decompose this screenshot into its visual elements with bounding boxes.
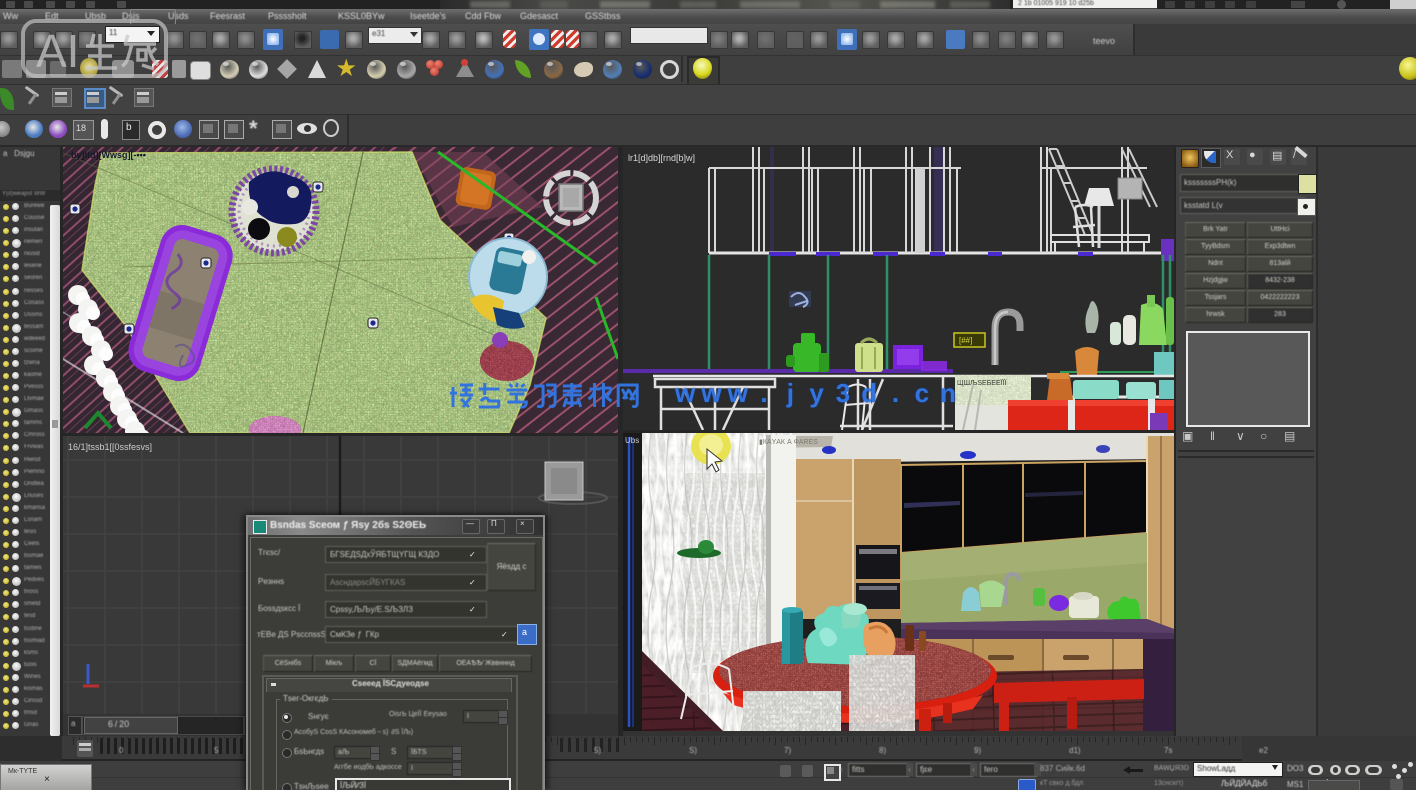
- svg-text:by]ltd][Wwsg][-•••: by]ltd][Wwsg][-•••: [71, 150, 146, 160]
- svg-text:▮КАΥАК А ФАRЕS: ▮КАΥАК А ФАRЕS: [759, 439, 818, 446]
- svg-text:16/1]tssb1[[0ssfesvs]: 16/1]tssb1[[0ssfesvs]: [68, 442, 152, 452]
- svg-text:Ubs: Ubs: [625, 436, 639, 445]
- svg-text:lr1[d]db][rnd[b]w]: lr1[d]db][rnd[b]w]: [628, 153, 695, 163]
- svg-text:[##]: [##]: [959, 336, 972, 345]
- svg-text:ЩШЉЅЕБЕЕЇЇЇ: ЩШЉЅЕБЕЕЇЇЇ: [957, 379, 1007, 387]
